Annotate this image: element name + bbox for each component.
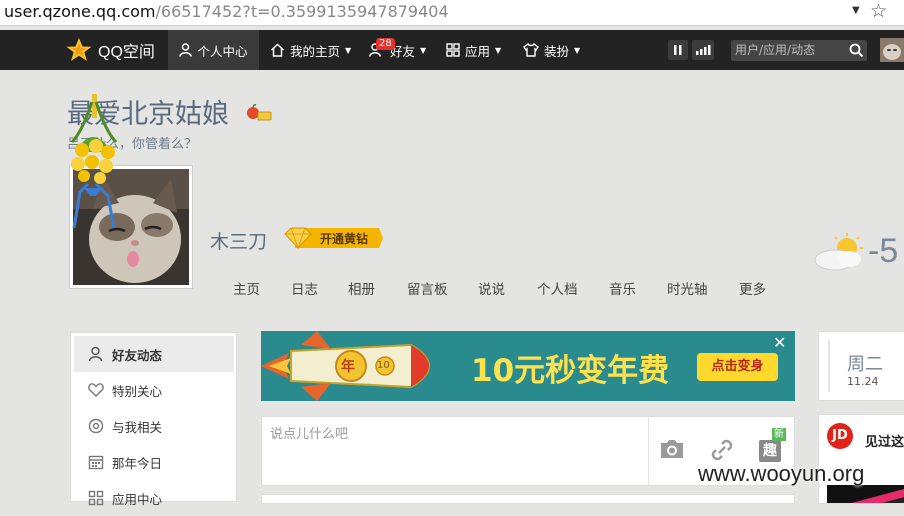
sidebar-item-related-to-me[interactable]: 与我相关 xyxy=(74,408,234,444)
grid-icon xyxy=(88,490,104,506)
tab-home[interactable]: 主页 xyxy=(233,278,260,298)
chevron-down-icon: ▼ xyxy=(420,45,427,55)
tshirt-icon xyxy=(523,43,539,57)
nav-label: 我的主页 xyxy=(290,43,341,59)
banner-headline: 10元秒变年费 xyxy=(471,353,670,389)
watermark: www.wooyun.org xyxy=(698,461,865,486)
date: 11.24 xyxy=(847,375,879,388)
feed-card xyxy=(261,494,795,504)
logo-text: QQ空间 xyxy=(98,44,155,61)
calendar-icon xyxy=(88,455,104,470)
status-input[interactable] xyxy=(262,417,647,485)
pause-icon xyxy=(674,45,682,55)
link-icon[interactable] xyxy=(709,437,735,463)
vip-label[interactable]: 开通黄钻 xyxy=(320,230,368,247)
rocket-illustration xyxy=(261,331,430,401)
jd-ad-text: 见过这 xyxy=(865,435,904,450)
url-host: user.qzone.qq.com xyxy=(4,2,156,21)
nav-label: 装扮 xyxy=(544,43,570,59)
sidebar-item-label: 好友动态 xyxy=(112,347,163,363)
search-input[interactable] xyxy=(735,41,845,59)
tab-more[interactable]: 更多 xyxy=(739,278,766,298)
signal-bars-icon xyxy=(696,45,711,55)
home-icon xyxy=(270,43,285,57)
sidebar-item-special-care[interactable]: 特别关心 xyxy=(74,372,234,408)
search-icon[interactable] xyxy=(849,43,864,58)
cat-avatar-icon xyxy=(880,38,904,62)
left-sidebar: 好友动态 特别关心 与我相关 那年今日 应用中心 xyxy=(70,332,237,507)
url-text[interactable]: user.qzone.qq.com/66517452?t=0.359913594… xyxy=(4,2,449,22)
fun-button[interactable]: 趣 xyxy=(759,440,781,462)
qzone-star-icon xyxy=(66,38,92,61)
tab-message-board[interactable]: 留言板 xyxy=(407,278,448,298)
sidebar-item-on-this-day[interactable]: 那年今日 xyxy=(74,444,234,480)
tab-shuoshuo[interactable]: 说说 xyxy=(478,278,505,298)
sidebar-item-label: 应用中心 xyxy=(112,491,163,507)
nav-label: 个人中心 xyxy=(197,43,248,59)
sidebar-item-label: 与我相关 xyxy=(112,419,163,435)
nav-apps[interactable]: 应用 ▼ xyxy=(446,30,501,70)
chevron-down-icon: ▼ xyxy=(495,45,502,55)
divider xyxy=(828,340,830,392)
friends-count-badge: 28 xyxy=(376,38,395,50)
user-icon xyxy=(179,43,193,57)
url-path: /66517452?t=0.3599135947879404 xyxy=(155,2,449,21)
search-box[interactable] xyxy=(731,40,867,61)
temperature: -5 xyxy=(868,232,899,270)
at-icon xyxy=(88,418,104,434)
nav-my-homepage[interactable]: 我的主页 ▼ xyxy=(270,30,351,70)
level-apple-icon[interactable] xyxy=(246,104,272,122)
chevron-down-icon: ▼ xyxy=(574,45,581,55)
sidebar-item-friend-feed[interactable]: 好友动态 xyxy=(74,336,234,372)
url-dropdown-icon[interactable]: ▼ xyxy=(852,5,860,16)
weather-partly-cloudy-icon xyxy=(814,233,863,271)
tab-profile[interactable]: 个人档 xyxy=(537,278,578,298)
sidebar-item-app-center[interactable]: 应用中心 xyxy=(74,480,234,516)
nav-personal-center[interactable]: 个人中心 xyxy=(168,30,259,70)
nav-friends[interactable]: 好友 ▼ xyxy=(369,30,426,70)
rocket-label: 年 xyxy=(341,359,355,375)
camera-icon[interactable] xyxy=(659,437,685,461)
divider xyxy=(648,417,649,485)
tab-blog[interactable]: 日志 xyxy=(291,278,318,298)
username[interactable]: 木三刀 xyxy=(210,227,267,254)
nav-decorate[interactable]: 装扮 ▼ xyxy=(523,30,580,70)
date-widget: 周二 11.24 xyxy=(818,331,904,401)
chevron-down-icon: ▼ xyxy=(345,45,352,55)
apps-grid-icon xyxy=(446,43,460,57)
weekday: 周二 xyxy=(847,354,883,375)
tab-music[interactable]: 音乐 xyxy=(609,278,636,298)
person-icon xyxy=(88,346,103,362)
signal-bars-button[interactable] xyxy=(692,40,714,60)
transform-now-button[interactable]: 点击变身 xyxy=(697,353,778,381)
pause-music-button[interactable] xyxy=(668,40,688,60)
promo-banner[interactable]: 年 10 10元秒变年费 点击变身 ✕ xyxy=(261,331,795,401)
bookmark-star-icon[interactable]: ☆ xyxy=(870,0,887,22)
jd-ad-image xyxy=(827,485,904,503)
coin-label: 10 xyxy=(377,360,390,371)
jd-logo: JD xyxy=(827,423,853,449)
nav-label: 应用 xyxy=(465,43,491,59)
tab-timeline[interactable]: 时光轴 xyxy=(667,278,708,298)
qzone-logo[interactable]: QQ空间 xyxy=(66,36,155,64)
user-avatar[interactable] xyxy=(880,38,904,62)
address-bar[interactable]: user.qzone.qq.com/66517452?t=0.359913594… xyxy=(0,0,904,26)
jd-ad-card[interactable]: JD 见过这 xyxy=(818,414,904,504)
sidebar-item-label: 那年今日 xyxy=(112,455,163,471)
new-badge: 新 xyxy=(772,428,786,441)
sidebar-item-label: 特别关心 xyxy=(112,383,163,399)
close-icon[interactable]: ✕ xyxy=(773,333,786,352)
flower-bouquet-icon xyxy=(70,94,118,229)
heart-icon xyxy=(88,383,104,397)
tab-album[interactable]: 相册 xyxy=(348,278,375,298)
